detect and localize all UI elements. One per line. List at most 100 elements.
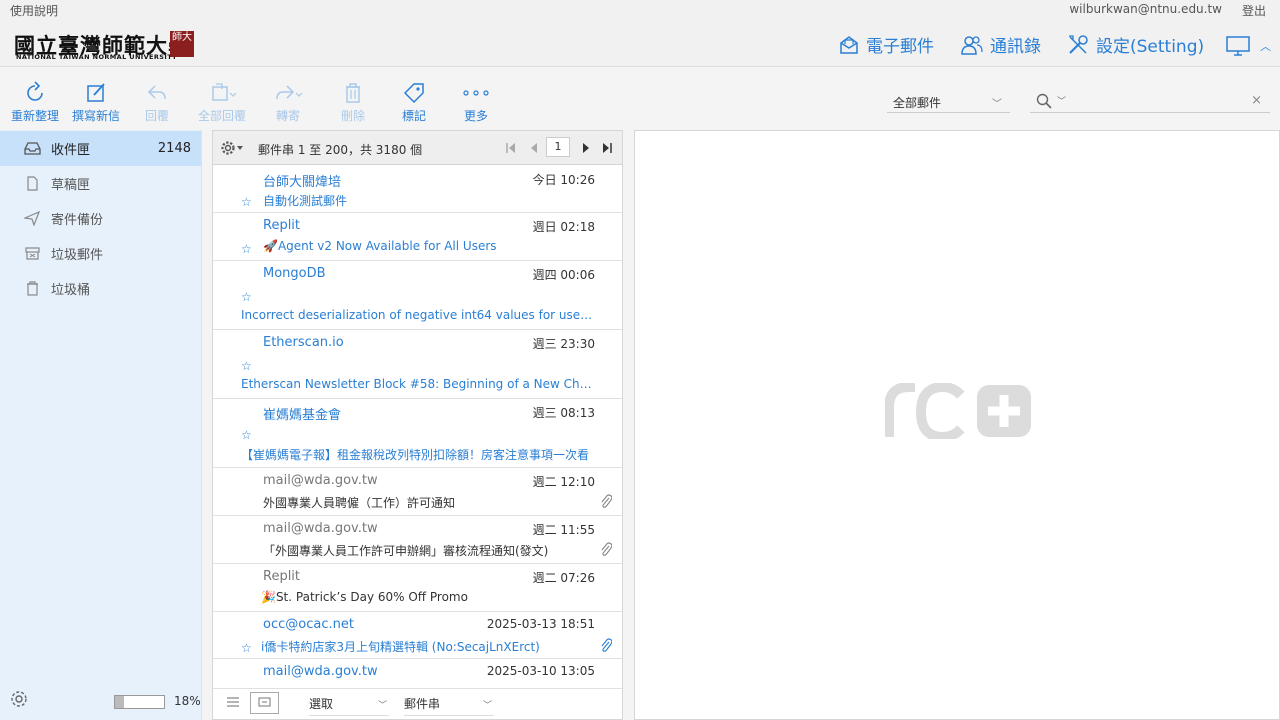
message-row[interactable]: Replit 週日 02:18 ☆ 🚀Agent v2 Now Availabl…: [213, 213, 622, 261]
message-sender: mail@wda.gov.tw: [263, 521, 378, 536]
refresh-label: 重新整理: [10, 109, 59, 123]
message-date: 今日 10:26: [532, 173, 595, 187]
roundcube-logo: [885, 383, 1031, 439]
chevron-down-icon: ﹀: [377, 701, 387, 711]
reply-all-button[interactable]: 全部回覆: [192, 81, 252, 124]
message-row[interactable]: 台師大關煒培 今日 10:26 ☆ 自動化測試郵件: [213, 166, 622, 213]
message-row[interactable]: MongoDB 週四 00:06 ☆ Incorrect deserializa…: [213, 261, 622, 330]
folder-label: 收件匣: [51, 143, 91, 158]
preview-pane: [634, 130, 1280, 720]
message-date: 週三 08:13: [532, 406, 595, 420]
chevron-up-icon[interactable]: ︿: [1260, 38, 1271, 54]
message-sender: 崔媽媽基金會: [263, 408, 342, 423]
previous-page-icon[interactable]: [529, 143, 539, 153]
compose-button[interactable]: 撰寫新信: [66, 81, 126, 124]
folder-label: 垃圾郵件: [51, 248, 104, 263]
message-subject: 🎉St. Patrick’s Day 60% Off Promo: [261, 590, 468, 604]
list-view-icon[interactable]: [227, 697, 239, 707]
nav-contacts-label: 通訊錄: [990, 37, 1041, 57]
star-icon[interactable]: ☆: [241, 290, 252, 304]
folder-drafts[interactable]: 草稿匣: [0, 166, 201, 201]
message-date: 週二 11:55: [532, 523, 595, 537]
quota-percent: 18%: [174, 694, 201, 708]
message-subject: 自動化測試郵件: [263, 194, 348, 208]
nav-contacts[interactable]: 通訊錄: [960, 32, 1041, 57]
star-icon[interactable]: ☆: [241, 641, 252, 655]
nav-mail-label: 電子郵件: [866, 37, 934, 57]
folder-label: 草稿匣: [51, 178, 91, 193]
nav-mail[interactable]: 電子郵件: [838, 32, 934, 57]
filter-select[interactable]: 全部郵件 ﹀: [887, 89, 1010, 113]
contacts-icon: [961, 35, 983, 55]
folder-label: 垃圾桶: [51, 283, 91, 298]
message-date: 週三 23:30: [532, 337, 595, 351]
search-icon[interactable]: [1036, 93, 1052, 109]
folder-sidebar: 收件匣 2148 草稿匣 寄件備份 垃圾郵件 垃圾桶 18%: [0, 130, 202, 720]
search-options-icon[interactable]: ﹀: [1057, 94, 1066, 107]
star-icon[interactable]: ☆: [241, 195, 252, 209]
message-subject: 【崔媽媽電子報】租金報稅改列特別扣除額！房客注意事項一次看: [241, 448, 590, 462]
search-box: ﹀ ×: [1030, 89, 1270, 113]
next-page-icon[interactable]: [581, 143, 591, 153]
select-label: 選取: [309, 697, 334, 711]
thread-view-button[interactable]: [250, 692, 279, 714]
tools-icon: [1069, 34, 1088, 54]
message-list-header: 郵件串 1 至 200，共 3180 個 1: [213, 131, 622, 165]
nav-settings[interactable]: 設定(Setting): [1066, 32, 1204, 57]
draft-icon: [27, 176, 38, 191]
logout-link[interactable]: 登出: [1242, 2, 1266, 19]
folder-junk[interactable]: 垃圾郵件: [0, 236, 201, 271]
star-icon[interactable]: ☆: [241, 242, 252, 256]
forward-label: 轉寄: [275, 109, 300, 123]
message-row[interactable]: Replit 週二 07:26 🎉St. Patrick’s Day 60% O…: [213, 564, 622, 612]
message-sender: Replit: [263, 569, 301, 584]
nav-settings-label: 設定(Setting): [1096, 37, 1205, 57]
more-dots-icon: [463, 90, 489, 96]
message-row[interactable]: mail@wda.gov.tw 2025-03-10 13:05: [213, 659, 622, 688]
message-row[interactable]: occ@ocac.net 2025-03-13 18:51 ☆ i僑卡特約店家3…: [213, 612, 622, 659]
help-link[interactable]: 使用說明: [10, 2, 58, 19]
delete-label: 刪除: [340, 109, 365, 123]
folder-inbox[interactable]: 收件匣 2148: [0, 131, 201, 166]
message-subject: 外國專業人員聘僱（工作）許可通知: [263, 496, 456, 510]
unread-count: 2148: [157, 141, 191, 156]
message-sender: 台師大關煒培: [263, 175, 342, 190]
mark-label: 標記: [401, 109, 426, 123]
quota-bar: [114, 695, 165, 709]
star-icon[interactable]: ☆: [241, 428, 252, 442]
forward-button[interactable]: 轉寄: [258, 81, 318, 124]
threads-dropdown[interactable]: 郵件串 ﹀: [404, 695, 494, 716]
message-date: 週四 00:06: [532, 268, 595, 282]
last-page-icon[interactable]: [602, 143, 612, 153]
chevron-down-icon: ﹀: [482, 701, 492, 711]
header: 國立臺灣師範大學 NATIONAL TAIWAN NORMAL UNIVERSI…: [0, 18, 1280, 67]
message-row[interactable]: mail@wda.gov.tw 週二 12:10 外國專業人員聘僱（工作）許可通…: [213, 468, 622, 516]
mark-button[interactable]: 標記: [384, 81, 444, 124]
folder-trash[interactable]: 垃圾桶: [0, 271, 201, 306]
select-dropdown[interactable]: 選取 ﹀: [309, 695, 389, 716]
reply-button[interactable]: 回覆: [127, 81, 187, 124]
folder-sent[interactable]: 寄件備份: [0, 201, 201, 236]
refresh-button[interactable]: 重新整理: [5, 81, 65, 124]
page-number-input[interactable]: 1: [546, 137, 570, 157]
message-date: 週日 02:18: [532, 220, 595, 234]
message-row[interactable]: mail@wda.gov.tw 週二 11:55 「外國專業人員工作許可申辦網」…: [213, 516, 622, 564]
search-input[interactable]: [1072, 91, 1242, 111]
delete-button[interactable]: 刪除: [323, 81, 383, 124]
message-row[interactable]: 崔媽媽基金會 週三 08:13 ☆ 【崔媽媽電子報】租金報稅改列特別扣除額！房客…: [213, 399, 622, 468]
first-page-icon[interactable]: [506, 143, 516, 153]
message-sender: occ@ocac.net: [263, 617, 354, 632]
message-subject: 🚀Agent v2 Now Available for All Users: [263, 239, 497, 253]
monitor-icon[interactable]: [1226, 36, 1250, 56]
message-date: 週二 12:10: [532, 475, 595, 489]
message-list-footer: 選取 ﹀ 郵件串 ﹀: [213, 688, 622, 719]
message-row[interactable]: Etherscan.io 週三 23:30 ☆ Etherscan Newsle…: [213, 330, 622, 399]
more-button[interactable]: 更多: [446, 81, 506, 124]
list-options-gear-icon[interactable]: [221, 141, 247, 155]
settings-gear-icon[interactable]: [10, 690, 28, 708]
more-label: 更多: [463, 109, 488, 123]
compose-icon: [87, 83, 105, 102]
star-icon[interactable]: ☆: [241, 359, 252, 373]
message-sender: mail@wda.gov.tw: [263, 664, 378, 679]
clear-icon[interactable]: ×: [1251, 93, 1262, 108]
